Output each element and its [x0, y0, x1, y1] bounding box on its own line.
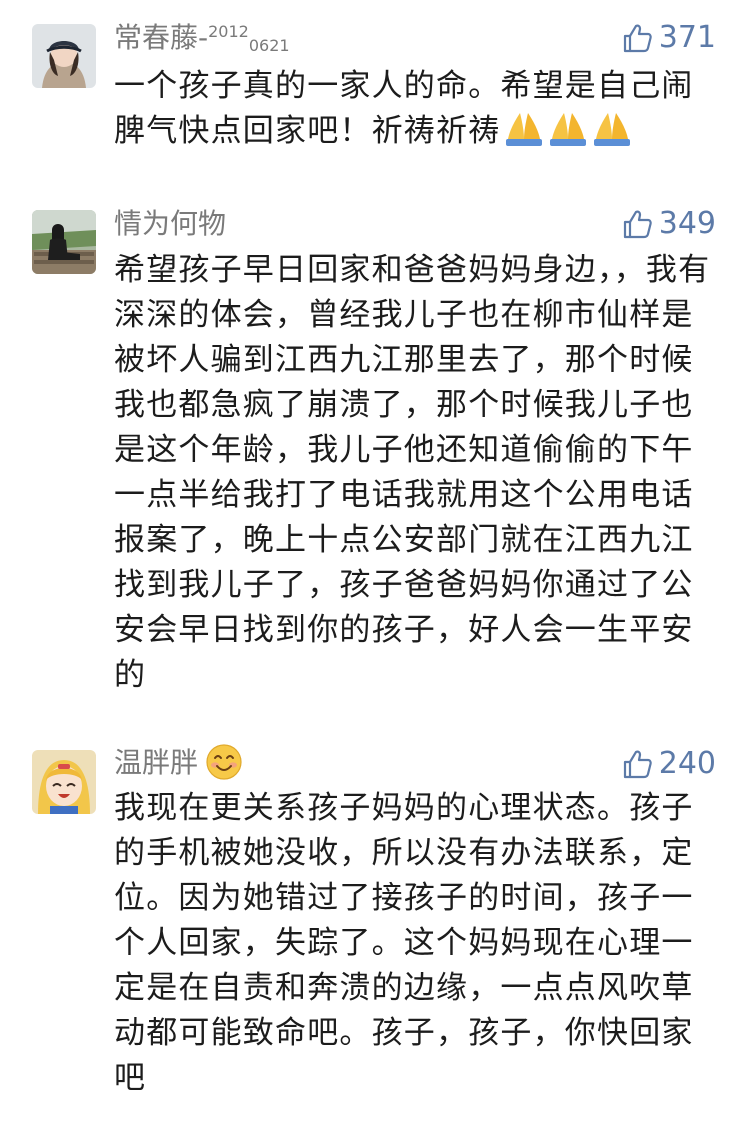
- avatar-image: [32, 210, 96, 274]
- username[interactable]: 常春藤-20120621: [114, 20, 290, 60]
- username-suffix-sup: 2012: [208, 22, 249, 41]
- like-button[interactable]: 240: [621, 746, 716, 782]
- like-count: 349: [658, 206, 716, 241]
- username[interactable]: 情为何物: [114, 206, 226, 242]
- avatar-image: [32, 750, 96, 814]
- username-suffix-sub: 0621: [248, 36, 290, 55]
- like-count: 240: [658, 746, 716, 781]
- username-text: 常春藤-: [114, 21, 209, 54]
- like-button[interactable]: 349: [621, 206, 716, 242]
- avatar[interactable]: [32, 24, 96, 88]
- avatar[interactable]: [32, 210, 96, 274]
- comment-body: 我现在更关系孩子妈妈的心理状态。孩子的手机被她没收，所以没有办法联系，定位。因为…: [114, 786, 714, 1101]
- comment-item: 常春藤-20120621 371 一个孩子真的一家人的命。希望是自己闹脾气快点回…: [0, 0, 750, 190]
- username-text: 温胖胖: [114, 746, 199, 779]
- comment-body: 一个孩子真的一家人的命。希望是自己闹脾气快点回家吧！祈祷祈祷: [114, 64, 714, 160]
- username[interactable]: 温胖胖: [114, 744, 242, 789]
- thumbs-up-icon: [621, 208, 653, 240]
- avatar-image: [32, 24, 96, 88]
- comment-text: 我现在更关系孩子妈妈的心理状态。孩子的手机被她没收，所以没有办法联系，定位。因为…: [114, 790, 694, 1096]
- comment-text: 希望孩子早日回家和爸爸妈妈身边，，我有深深的体会，曾经我儿子也在柳市仙样是被坏人…: [114, 252, 711, 693]
- comment-item: 温胖胖 240 我现在更关系孩子妈妈的心理状态。孩子的手机被她没收，所以没有办法…: [0, 730, 750, 1121]
- comment-item: 情为何物 349 希望孩子早日回家和爸爸妈妈身边，，我有深深的体会，曾经我儿子也…: [0, 190, 750, 730]
- like-button[interactable]: 371: [621, 20, 716, 56]
- thumbs-up-icon: [621, 748, 653, 780]
- thumbs-up-icon: [621, 22, 653, 54]
- folded-hands-icon: [502, 109, 634, 160]
- like-count: 371: [658, 20, 716, 55]
- username-text: 情为何物: [114, 207, 227, 240]
- comment-body: 希望孩子早日回家和爸爸妈妈身边，，我有深深的体会，曾经我儿子也在柳市仙样是被坏人…: [114, 248, 714, 698]
- avatar[interactable]: [32, 750, 96, 814]
- smiling-face-icon: [206, 744, 242, 789]
